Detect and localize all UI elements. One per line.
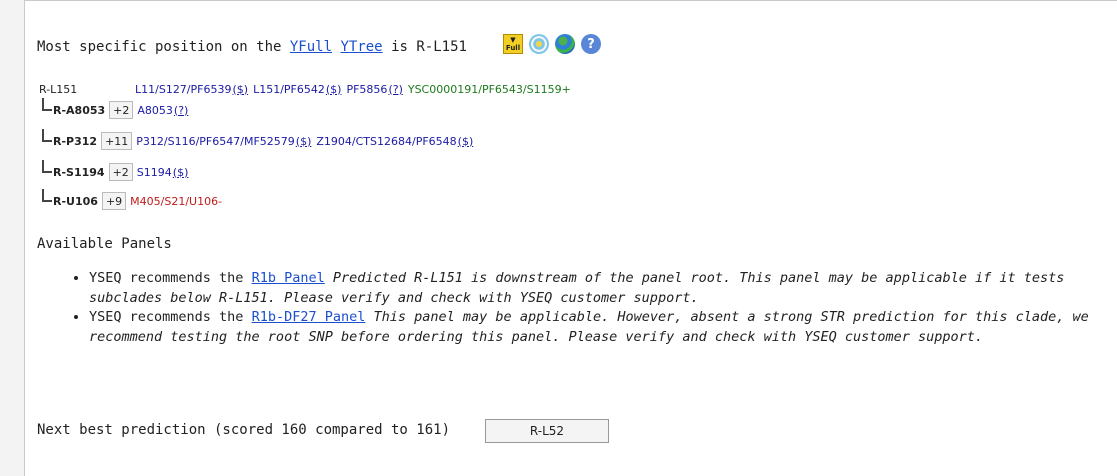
- tree-node-label[interactable]: R-U106: [53, 195, 98, 208]
- snp-info-link[interactable]: ($): [173, 166, 189, 179]
- snp-info-link[interactable]: ($): [296, 135, 312, 148]
- available-panels-title: Available Panels: [37, 236, 172, 252]
- snp-label: A8053: [137, 103, 173, 117]
- panel-link[interactable]: R1b Panel: [252, 270, 325, 286]
- recommendation-prefix: YSEQ recommends the: [89, 309, 244, 325]
- panel-recommendation-item: YSEQ recommends the R1b Panel Predicted …: [89, 269, 1117, 308]
- results-panel: Most specific position on the YFull YTre…: [24, 0, 1117, 476]
- panel-link[interactable]: R1b-DF27 Panel: [252, 309, 366, 325]
- snp-label: P312/S116/PF6547/MF52579: [136, 134, 295, 148]
- tree-node-label[interactable]: R-A8053: [53, 104, 105, 117]
- expand-count-button[interactable]: +11: [101, 132, 133, 150]
- ytree-link[interactable]: YTree: [340, 39, 382, 55]
- tree-connector-icon: [39, 160, 53, 178]
- icon-strip: ▼ Full ?: [503, 32, 601, 56]
- tree-node-label[interactable]: R-S1194: [53, 166, 105, 179]
- next-best-label: Next best prediction (scored 160 compare…: [37, 422, 451, 438]
- ytree-swirl-icon[interactable]: [529, 34, 549, 54]
- snp-label: S1194: [136, 165, 172, 179]
- tree-root-row: R-L151 L11/S127/PF6539 ($) L151/PF6542 ($) PF…: [39, 79, 571, 99]
- tree-child-row: R-S1194 +2 S1194 ($): [39, 160, 189, 182]
- panel-recommendation-item: YSEQ recommends the R1b-DF27 Panel This …: [89, 308, 1117, 347]
- tree-node-label: R-L151: [39, 82, 78, 96]
- panel-recommendation-list: YSEQ recommends the R1b Panel Predicted …: [75, 269, 1117, 347]
- snp-info-link[interactable]: ($): [326, 83, 342, 96]
- snp-label: Z1904/CTS12684/PF6548: [316, 134, 457, 148]
- position-prefix: Most specific position on the: [37, 39, 282, 55]
- tree-connector-icon: [39, 129, 53, 147]
- yfull-link[interactable]: YFull: [290, 39, 332, 55]
- snp-info-link[interactable]: (?): [174, 104, 188, 117]
- expand-count-button[interactable]: +2: [108, 163, 133, 181]
- tree-child-row: R-A8053 +2 A8053 (?): [39, 98, 188, 120]
- globe-icon[interactable]: [555, 34, 575, 54]
- tree-connector-icon: [39, 98, 53, 116]
- recommendation-prefix: YSEQ recommends the: [89, 270, 244, 286]
- tree-node-label[interactable]: R-P312: [53, 135, 97, 148]
- snp-info-link[interactable]: ($): [232, 83, 248, 96]
- tree-child-row: R-P312 +11 P312/S116/PF6547/MF52579 ($) Z190…: [39, 129, 474, 151]
- snp-label: L11/S127/PF6539: [135, 82, 232, 96]
- position-suffix: is R-L151: [391, 39, 467, 55]
- snp-label: M405/S21/U106-: [130, 194, 223, 208]
- snp-info-link[interactable]: ($): [458, 135, 474, 148]
- expand-count-button[interactable]: +9: [101, 192, 127, 210]
- help-glyph: ?: [587, 36, 595, 52]
- expand-count-button[interactable]: +2: [109, 101, 134, 119]
- yfull-badge-icon[interactable]: ▼ Full: [503, 34, 523, 54]
- tree-connector-icon: [39, 189, 53, 207]
- snp-label: PF5856: [346, 82, 388, 96]
- yfull-badge-text: Full: [505, 44, 521, 52]
- position-line: Most specific position on the YFull YTre…: [37, 39, 467, 55]
- snp-label: YSC0000191/PF6543/S1159+: [407, 82, 571, 96]
- yfull-badge-arrow: ▼: [510, 36, 516, 44]
- snp-info-link[interactable]: (?): [388, 83, 402, 96]
- next-best-button[interactable]: R-L52: [485, 419, 609, 443]
- tree-child-row: R-U106 +9 M405/S21/U106-: [39, 189, 223, 211]
- help-icon[interactable]: ?: [581, 34, 601, 54]
- snp-label: L151/PF6542: [253, 82, 325, 96]
